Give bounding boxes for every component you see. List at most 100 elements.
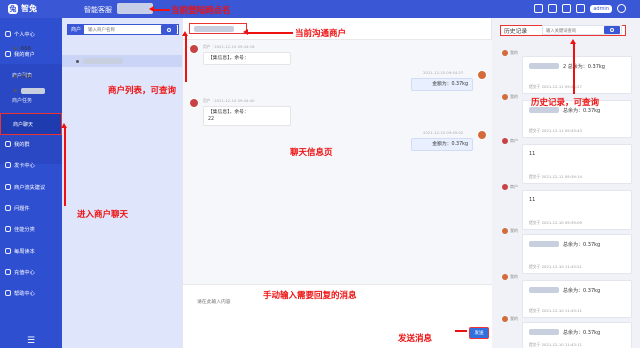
send-icon <box>5 162 11 168</box>
history-message: 11 <box>529 151 536 157</box>
message-meta: 2021-12-10 09:44:27 <box>423 70 464 75</box>
history-sender: 我的 <box>510 228 518 233</box>
nav-sub-label: 商户任务 <box>12 97 33 104</box>
history-card[interactable]: 11 提交于 2021-12-11 09:39:14 <box>522 144 632 184</box>
message-meta: 2021-12-10 09:45:02 <box>423 130 464 135</box>
search-icon <box>610 28 614 32</box>
app-root: 兔 智兔 智能客服 admin 个人中心 我的商户 商户列表 商户任务 商户聊天… <box>0 0 640 348</box>
history-card[interactable]: 总余为：0.37kg 提交于 2021-12-10 11:43:11 <box>522 280 632 318</box>
current-merchant-name <box>189 23 247 34</box>
search-icon <box>167 27 171 32</box>
history-timestamp: 提交于 2021-12-10 11:43:11 <box>529 308 582 313</box>
nav-label: 发卡中心 <box>14 162 35 169</box>
merchant-label: 666 <box>21 45 31 52</box>
message-text: 【集信息】，余号： <box>208 110 249 115</box>
history-timestamp: 提交于 2021-12-11 09:43:43 <box>529 128 582 133</box>
merchant-avatar <box>502 138 508 144</box>
nav-label: 每周读本 <box>14 248 35 255</box>
history-redacted <box>529 329 559 335</box>
history-sender: 我的 <box>510 316 518 321</box>
annotation-history: 历史记录，可查询 <box>531 98 600 108</box>
nav-item-recharge[interactable]: 充值中心 <box>0 265 62 279</box>
merchant-item[interactable] <box>14 86 45 95</box>
tag-icon <box>5 226 11 232</box>
history-card[interactable]: 11 提交于 2021-12-10 09:39:09 <box>522 190 632 230</box>
nav-label: 佳能分类 <box>14 226 35 233</box>
merchant-label: 未知 <box>21 74 32 80</box>
book-icon <box>5 248 11 254</box>
annotation-manual-input: 手动输入需要回复的消息 <box>263 291 357 301</box>
message-bubble: 金额为：0.37kg <box>411 138 473 152</box>
history-sender: 我的 <box>510 274 518 279</box>
message-text: 金额为：0.37kg <box>432 142 468 147</box>
nav-item-merchant-loss[interactable]: 商户流失建议 <box>0 180 62 194</box>
nav-label: 商户流失建议 <box>14 184 46 191</box>
merchant-name-redacted <box>194 26 234 32</box>
mail-icon[interactable] <box>562 4 572 13</box>
history-card[interactable]: 2 总余为：0.37kg 提交于 2021-12-11 09:44:27 <box>522 56 632 94</box>
history-card[interactable]: 总余为：0.37kg 提交于 2021-12-10 11:43:21 <box>522 234 632 274</box>
history-sender: 我的 <box>510 94 518 99</box>
user-badge[interactable]: admin <box>590 4 612 13</box>
annotation-arrow <box>243 29 293 35</box>
chevron-down-icon[interactable] <box>617 4 626 13</box>
group-icon[interactable] <box>534 4 544 13</box>
history-message: 总余为：0.37kg <box>563 242 601 248</box>
annotation-chat-info: 聊天信息页 <box>290 148 333 158</box>
nav-item-profile[interactable]: 个人中心 <box>0 27 62 41</box>
annotation-arrow-head <box>182 31 188 36</box>
annotation-merchant-list: 商户列表，可查询 <box>108 86 177 96</box>
settings-icon[interactable] <box>576 4 586 13</box>
nav-item-my-group[interactable]: 我的群 <box>0 137 62 151</box>
nav-item-merchants[interactable]: 我的商户 <box>0 47 62 61</box>
history-search-button[interactable] <box>604 26 620 34</box>
merchant-avatar <box>189 98 199 108</box>
history-timestamp: 提交于 2021-12-10 09:39:09 <box>529 220 582 225</box>
history-redacted <box>529 287 559 293</box>
merchant-item[interactable]: 未知 <box>14 72 31 81</box>
history-message: 总余为：0.37kg <box>563 330 601 336</box>
top-bar: 兔 智兔 智能客服 admin <box>0 0 640 18</box>
annotation-arrow <box>149 6 170 12</box>
site-name <box>117 3 153 14</box>
history-title: 历史记录 <box>504 29 528 35</box>
message-text: 【集信息】，余号： <box>208 56 249 61</box>
history-search <box>542 25 622 35</box>
history-sender: 商户 <box>510 138 518 143</box>
annotation-enter-chat: 进入商户聊天 <box>77 210 129 220</box>
nav-item-send-center[interactable]: 发卡中心 <box>0 158 62 172</box>
history-timestamp: 提交于 2021-12-10 11:43:21 <box>529 264 582 269</box>
send-button[interactable]: 发送 <box>469 327 489 339</box>
message-text: 金额为：0.37kg <box>432 82 468 87</box>
nav-label: 我的群 <box>14 141 30 148</box>
menu-toggle-icon[interactable]: ☰ <box>0 336 62 346</box>
history-card[interactable]: 总余为：0.37kg 提交于 2021-12-10 11:43:11 <box>522 322 632 348</box>
app-name: 智能客服 <box>84 6 112 14</box>
rabbit-logo-icon: 兔 <box>8 3 18 14</box>
history-search-input[interactable] <box>543 26 604 34</box>
merchant-item-selected[interactable] <box>62 55 182 67</box>
message-text: 22 <box>208 117 215 123</box>
help-icon <box>5 290 11 296</box>
nav-item-issues[interactable]: 问题件 <box>0 201 62 215</box>
message-bubble: 【集信息】，余号： <box>203 52 291 66</box>
chart-icon <box>5 184 11 190</box>
merchant-search-input[interactable] <box>84 25 161 34</box>
brand[interactable]: 兔 智兔 <box>8 3 37 14</box>
nav-item-weekly[interactable]: 每周读本 <box>0 244 62 258</box>
history-message: 11 <box>529 197 536 203</box>
question-icon <box>5 205 11 211</box>
annotation-site-name: 当前登陆网点名 <box>171 6 231 16</box>
nav-item-categories[interactable]: 佳能分类 <box>0 222 62 236</box>
history-redacted <box>529 241 559 247</box>
brand-name: 智兔 <box>21 4 37 13</box>
nav-item-help[interactable]: 帮助中心 <box>0 286 62 300</box>
history-message: 总余为：0.37kg <box>563 108 601 114</box>
nav-sub-merchant-chat[interactable]: 商户聊天 <box>0 113 62 135</box>
merchant-label-redacted <box>83 58 123 64</box>
agent-avatar <box>502 316 508 322</box>
bell-icon[interactable] <box>548 4 558 13</box>
merchant-item[interactable]: 666 <box>14 44 31 53</box>
sidebar: 个人中心 我的商户 商户列表 商户任务 商户聊天 我的群 发卡中心 商户流失建议 <box>0 18 62 348</box>
merchant-search-button[interactable] <box>161 25 177 34</box>
